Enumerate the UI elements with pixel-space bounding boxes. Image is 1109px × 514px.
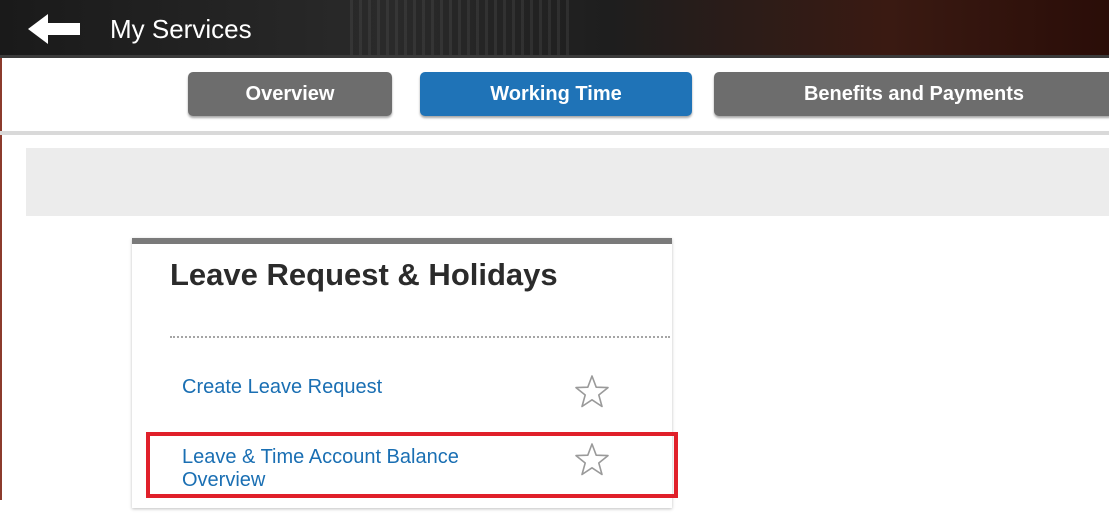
star-icon[interactable] xyxy=(574,442,610,476)
tab-overview[interactable]: Overview xyxy=(188,72,392,116)
create-leave-request-link[interactable]: Create Leave Request xyxy=(182,376,542,399)
list-item-create-leave-request[interactable]: Create Leave Request xyxy=(182,372,632,420)
leave-request-card: Leave Request & Holidays Create Leave Re… xyxy=(132,238,672,508)
card-divider xyxy=(170,336,670,338)
tab-benefits-and-payments[interactable]: Benefits and Payments xyxy=(714,72,1109,116)
leave-time-account-balance-link[interactable]: Leave & Time Account Balance Overview xyxy=(182,446,542,492)
list-item-leave-time-account-balance[interactable]: Leave & Time Account Balance Overview xyxy=(182,442,632,514)
back-arrow-icon[interactable] xyxy=(28,14,80,44)
tabs-divider xyxy=(0,131,1109,135)
app-header: My Services xyxy=(0,0,1109,58)
page-title: My Services xyxy=(110,14,252,44)
filter-band xyxy=(26,148,1109,216)
star-icon[interactable] xyxy=(574,374,610,408)
tab-bar: Overview Working Time Benefits and Payme… xyxy=(0,58,1109,132)
card-title: Leave Request & Holidays xyxy=(170,257,558,292)
left-border xyxy=(0,135,2,500)
tab-working-time[interactable]: Working Time xyxy=(420,72,692,116)
